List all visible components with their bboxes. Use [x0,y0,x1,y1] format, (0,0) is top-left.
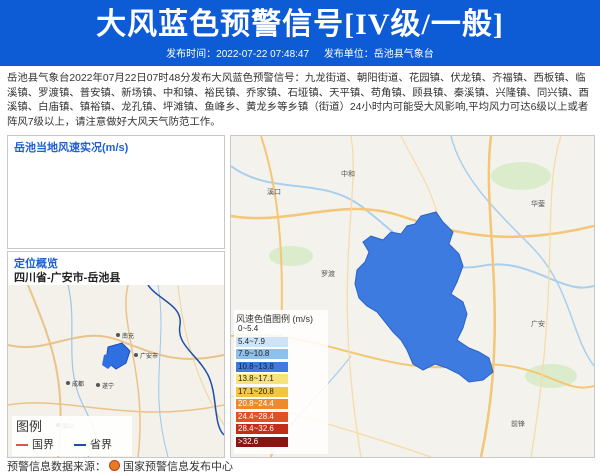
legend-item: 10.8~13.8 [236,361,288,372]
legend-item: >32.6 [236,436,288,447]
svg-text:罗渡: 罗渡 [321,269,335,278]
publisher: 发布单位：岳池县气象台 [323,49,434,60]
legend-item: 17.1~20.8 [236,386,288,397]
location-overview-panel: 定位概览 四川省-广安市-岳池县 成都 广安市 南充 遂宁 眉山 图例 国界 [7,251,225,458]
legend-provincial: 省界 [74,436,112,452]
publish-meta: 发布时间：2022-07-22 07:48:47 发布单位：岳池县气象台 [0,48,600,62]
legend-swatch: >32.6 [236,436,288,447]
legend-swatch: 17.1~20.8 [236,386,288,397]
legend-item: 20.8~24.4 [236,399,288,409]
wind-panel-title: 岳池当地风速实况(m/s) [14,142,129,154]
legend-swatch: 7.9~10.8 [236,349,288,359]
city-label: 遂宁 [102,382,114,390]
publish-time: 发布时间：2022-07-22 07:48:47 [166,49,310,60]
inset-legend: 图例 国界 省界 [12,416,132,456]
inset-legend-title: 图例 [16,419,43,434]
legend-item: 0~5.4 [236,324,288,334]
warning-header: 大风蓝色预警信号[IV级/一般] 发布时间：2022-07-22 07:48:4… [0,0,600,66]
svg-text:广安: 广安 [531,319,545,328]
legend-swatch: 24.4~28.4 [236,411,288,422]
source-link[interactable]: 国家预警信息发布中心 [123,461,233,473]
city-label: 广安市 [140,352,158,360]
location-region: 四川省-广安市-岳池县 [14,272,121,284]
provincial-line [74,444,86,447]
legend-swatch: 13.8~17.1 [236,374,288,384]
wind-observation-panel: 岳池当地风速实况(m/s) [7,135,225,249]
warning-area-map[interactable]: 溪口 中和 华蓥 广安 罗渡 前锋 风速色值图例 (m/s) 0~5.4 5.4~… [230,135,595,458]
wind-speed-legend: 风速色值图例 (m/s) 0~5.4 5.4~7.9 7.9~10.8 10.8~13… [234,310,328,454]
source-prefix: 预警信息数据来源： [7,461,106,473]
svg-text:前锋: 前锋 [511,419,525,428]
legend-national: 国界 [16,436,54,452]
legend-swatch: 10.8~13.8 [236,361,288,372]
legend-swatch: 20.8~24.4 [236,399,288,409]
city-label: 成都 [72,380,84,388]
svg-text:中和: 中和 [341,169,355,178]
city-label: 南充 [122,332,134,340]
data-source-footer: 预警信息数据来源： 国家预警信息发布中心 [7,458,593,474]
source-logo-icon [109,460,120,471]
legend-item: 5.4~7.9 [236,336,288,347]
legend-swatch: 0~5.4 [236,324,288,334]
legend-item: 13.8~17.1 [236,374,288,384]
page-title: 大风蓝色预警信号[IV级/一般] [96,8,504,41]
national-line [16,444,28,447]
warning-bulletin: 岳池县气象台2022年07月22日07时48分发布大风蓝色预警信号：九龙街道、朝… [7,73,589,128]
svg-text:溪口: 溪口 [267,187,281,196]
legend-swatch: 28.4~32.6 [236,424,288,434]
legend-swatch: 5.4~7.9 [236,336,288,347]
legend-item: 7.9~10.8 [236,349,288,359]
svg-text:华蓥: 华蓥 [531,199,545,208]
legend-item: 28.4~32.6 [236,424,288,434]
legend-item: 24.4~28.4 [236,411,288,422]
